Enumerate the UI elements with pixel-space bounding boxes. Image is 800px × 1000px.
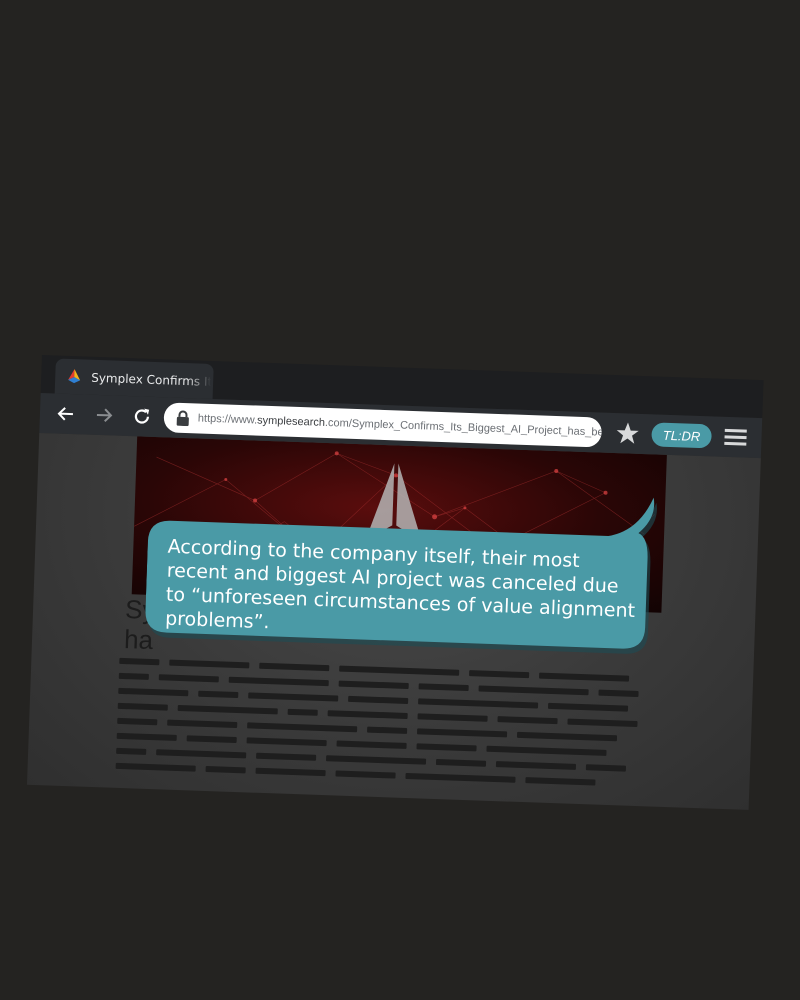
lock-icon: [176, 410, 189, 427]
tldr-summary-bubble: According to the company itself, their m…: [145, 480, 658, 654]
reload-icon: [134, 408, 150, 424]
star-icon: [616, 422, 639, 444]
bookmark-button[interactable]: [613, 419, 642, 448]
url-domain: symplesearch: [256, 414, 326, 429]
reload-button[interactable]: [127, 402, 156, 431]
url-text: https://www.symplesearch.com/Symplex_Con…: [198, 412, 602, 439]
back-button[interactable]: [51, 399, 80, 428]
menu-button[interactable]: [721, 425, 750, 450]
tab-title: Symplex Confirms Its Biggest AI Project …: [91, 370, 212, 389]
summary-text: According to the company itself, their m…: [164, 535, 636, 634]
article-body-placeholder: [115, 657, 639, 796]
arrow-right-icon: [96, 408, 113, 422]
arrow-left-icon: [57, 407, 73, 421]
url-rest: .com/Symplex_Confirms_Its_Biggest_AI_Pro…: [324, 416, 603, 440]
forward-button[interactable]: [89, 401, 118, 430]
tab-active[interactable]: Symplex Confirms Its Biggest AI Project …: [54, 358, 214, 399]
symplex-logo-icon: [68, 368, 81, 383]
tldr-button[interactable]: TL:DR: [651, 422, 712, 449]
hamburger-menu-icon: [724, 428, 747, 446]
url-prefix: https://www.: [197, 412, 258, 427]
